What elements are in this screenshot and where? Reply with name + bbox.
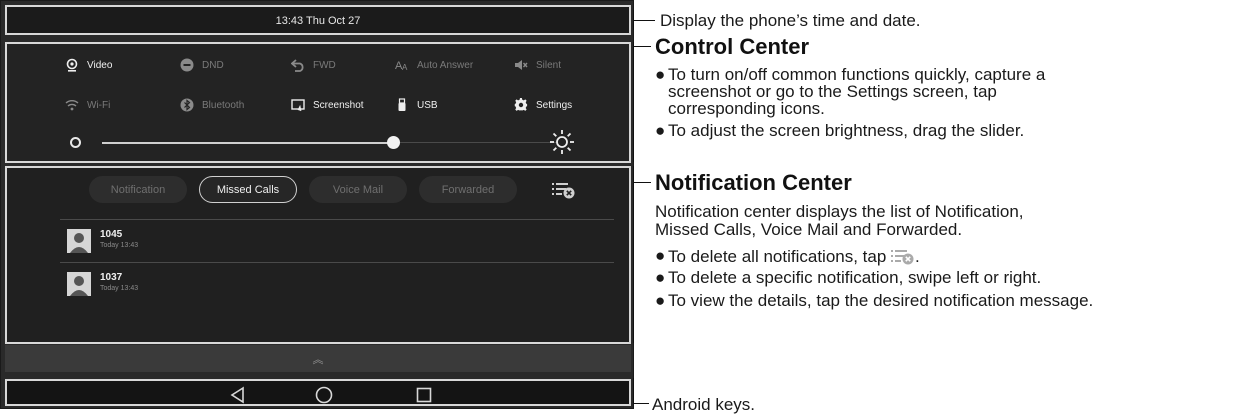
home-icon[interactable] — [315, 386, 333, 404]
brightness-min-icon — [70, 137, 81, 148]
dnd-toggle[interactable]: DND — [180, 58, 224, 72]
list-divider — [60, 262, 614, 263]
bullet-text-wrap: To delete all notifications, tap . — [668, 248, 920, 265]
callout-line — [633, 403, 649, 404]
silent-label: Silent — [536, 59, 562, 71]
call-time: Today 13:43 — [100, 285, 139, 292]
forward-icon — [291, 58, 305, 72]
tab-forwarded[interactable]: Forwarded — [419, 176, 517, 203]
list-divider — [60, 219, 614, 220]
silent-toggle[interactable]: Silent — [514, 58, 561, 72]
brightness-slider-remaining[interactable] — [397, 142, 557, 143]
settings-label: Settings — [536, 99, 573, 111]
recent-apps-icon[interactable] — [415, 386, 433, 404]
video-icon — [65, 58, 79, 72]
callout-line — [633, 182, 651, 183]
auto-answer-label: Auto Answer — [417, 59, 474, 71]
screenshot-button[interactable]: Screenshot — [291, 98, 364, 112]
bluetooth-label: Bluetooth — [202, 99, 245, 111]
fwd-toggle[interactable]: FWD — [291, 58, 336, 72]
callout-control-bullet-1-line-2: screenshot or go to the Settings screen,… — [668, 82, 997, 101]
bullet-dot: ● — [655, 291, 666, 310]
screenshot-label: Screenshot — [313, 99, 364, 111]
dnd-icon — [180, 58, 194, 72]
bullet-text: To delete all notifications, tap — [668, 247, 887, 266]
chevron-up-icon: ︽ — [312, 354, 324, 366]
avatar — [67, 229, 91, 253]
usb-label: USB — [417, 99, 438, 111]
bullet-text: To adjust the screen brightness, drag th… — [668, 121, 1025, 140]
bullet-dot: ● — [655, 268, 666, 287]
usb-button[interactable]: USB — [395, 98, 438, 112]
callout-notif-heading: Notification Center — [655, 170, 852, 195]
settings-icon — [514, 98, 528, 112]
clear-all-icon — [891, 250, 914, 265]
bullet-text: To view the details, tap the desired not… — [668, 291, 1094, 310]
video-toggle[interactable]: Video — [65, 58, 112, 72]
bullet-dot: ● — [655, 121, 666, 140]
auto-answer-icon: AA — [395, 58, 409, 72]
tab-missed-calls[interactable]: Missed Calls — [199, 176, 297, 203]
notification-center: Notification Missed Calls Voice Mail For… — [5, 166, 631, 344]
wifi-toggle[interactable]: Wi-Fi — [65, 98, 110, 112]
caller-number: 1045 — [100, 229, 123, 240]
call-time: Today 13:43 — [100, 242, 139, 249]
wifi-icon — [65, 98, 79, 112]
collapse-handle[interactable]: ︽ — [5, 345, 631, 372]
callout-notif-bullet-1: ● To delete all notifications, tap . — [655, 246, 1055, 266]
callout-bracket — [633, 378, 634, 404]
tab-notification[interactable]: Notification — [89, 176, 187, 203]
bullet-text: To turn on/off common functions quickly,… — [668, 65, 1046, 84]
back-icon[interactable] — [229, 386, 247, 404]
callout-bracket — [633, 166, 634, 343]
callout-bracket — [633, 42, 634, 162]
android-nav-bar — [5, 379, 631, 406]
bullet-dot: ● — [655, 246, 666, 265]
callout-line — [633, 20, 655, 21]
brightness-max-icon — [550, 130, 574, 154]
callout-notif-desc-line-1: Notification center displays the list of… — [655, 202, 1024, 221]
status-datetime: 13:43 Thu Oct 27 — [275, 15, 361, 27]
status-bar: 13:43 Thu Oct 27 — [5, 5, 631, 35]
video-label: Video — [87, 59, 113, 71]
svg-text:A: A — [402, 63, 408, 72]
callout-notif-desc-line-2: Missed Calls, Voice Mail and Forwarded. — [655, 220, 963, 239]
bullet-text: To delete a specific notification, swipe… — [668, 268, 1042, 287]
dnd-label: DND — [202, 59, 224, 71]
clear-all-icon[interactable] — [552, 181, 576, 199]
auto-answer-toggle[interactable]: AA Auto Answer — [395, 58, 474, 73]
fwd-label: FWD — [313, 59, 336, 71]
callout-status-text: Display the phone’s time and date. — [660, 11, 921, 30]
wifi-label: Wi-Fi — [87, 99, 111, 111]
usb-icon — [395, 98, 409, 112]
tab-voice-mail[interactable]: Voice Mail — [309, 176, 407, 203]
callout-control-bullet-1-line-3: corresponding icons. — [668, 99, 825, 118]
phone-screen: 13:43 Thu Oct 27 Video DND FWD AA Auto A… — [0, 0, 634, 409]
avatar — [67, 272, 91, 296]
control-center: Video DND FWD AA Auto Answer Silent Wi-F… — [5, 42, 631, 163]
brightness-slider-handle[interactable] — [387, 136, 400, 149]
bluetooth-icon — [180, 98, 194, 112]
settings-button[interactable]: Settings — [514, 98, 572, 112]
callout-android-text: Android keys. — [652, 395, 755, 414]
callout-line — [633, 46, 651, 47]
callout-control-heading: Control Center — [655, 34, 809, 59]
list-item[interactable]: 1037 Today 13:43 — [62, 266, 612, 302]
screenshot-icon — [291, 98, 305, 112]
bullet-text-end: . — [915, 247, 920, 266]
brightness-slider-track[interactable] — [102, 142, 392, 144]
list-item[interactable]: 1045 Today 13:43 — [62, 223, 612, 259]
caller-number: 1037 — [100, 272, 123, 283]
bullet-dot: ● — [655, 65, 666, 84]
silent-icon — [514, 58, 528, 72]
bluetooth-toggle[interactable]: Bluetooth — [180, 98, 244, 112]
